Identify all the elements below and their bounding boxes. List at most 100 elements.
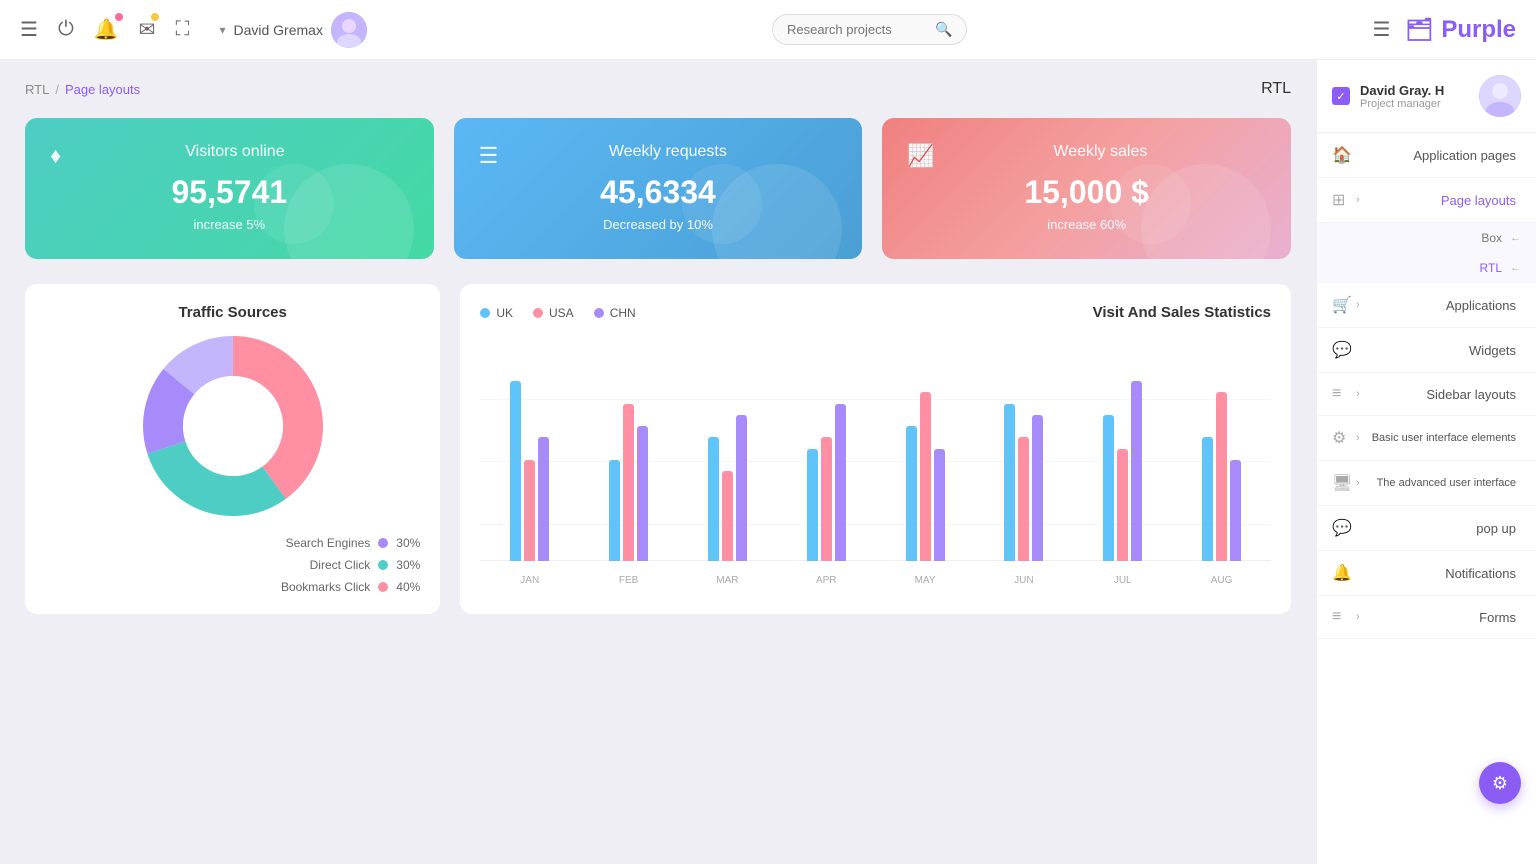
- sidebar-label-popup: pop up: [1356, 521, 1521, 536]
- sidebar-item-sidebar-layouts[interactable]: ≡ › Sidebar layouts: [1317, 373, 1536, 416]
- sidebar-user-name: David Gray. H: [1360, 83, 1469, 98]
- sidebar-label-advanced-ui: The advanced user interface: [1360, 477, 1521, 489]
- legend-direct-dot: [378, 560, 388, 570]
- brand-name: Purple: [1441, 16, 1516, 44]
- apr-uk-bar: [807, 449, 818, 562]
- month-feb: [579, 336, 678, 561]
- legend-item-bookmarks: Bookmarks Click 40%: [45, 580, 420, 594]
- navbar-center: 🔍: [367, 14, 1373, 45]
- jul-bars: [1103, 336, 1142, 561]
- breadcrumb-current[interactable]: Page layouts: [65, 82, 140, 97]
- aug-usa-bar: [1216, 392, 1227, 561]
- sidebar-item-application-pages[interactable]: 🏠 Application pages: [1317, 133, 1536, 178]
- sidebar-item-notifications[interactable]: 🔔 Notifications: [1317, 551, 1536, 596]
- expand-icon[interactable]: ⛶: [175, 18, 189, 41]
- bell-icon[interactable]: 🔔: [94, 17, 119, 42]
- month-jun: [974, 336, 1073, 561]
- legend-bookmarks-dot: [378, 582, 388, 592]
- sidebar-item-advanced-ui[interactable]: 🖥 › The advanced user interface: [1317, 461, 1536, 506]
- legend-uk-dot: [480, 308, 490, 318]
- mail-badge: [151, 13, 159, 21]
- stat-card-requests: ☰ Weekly requests 45,6334 Decreased by 1…: [454, 118, 863, 259]
- label-mar: MAR: [678, 575, 777, 586]
- sidebar-layouts-icon: ≡: [1332, 385, 1356, 403]
- apr-bars: [807, 336, 846, 561]
- mar-usa-bar: [722, 471, 733, 561]
- submenu-item-box[interactable]: Box ←: [1317, 223, 1536, 253]
- legend-usa: USA: [533, 306, 574, 320]
- menu-lines-icon[interactable]: ☰: [20, 17, 38, 42]
- label-may: MAY: [876, 575, 975, 586]
- navbar-avatar: [331, 12, 367, 48]
- apr-chn-bar: [835, 404, 846, 562]
- bell-badge: [115, 13, 123, 21]
- mar-uk-bar: [708, 437, 719, 561]
- search-container[interactable]: 🔍: [772, 14, 967, 45]
- charts-row: Traffic Sources Search Engines: [25, 284, 1291, 614]
- feb-bars: [609, 336, 648, 561]
- mail-icon[interactable]: ✉: [139, 17, 156, 42]
- breadcrumb-rtl-label: RTL: [1261, 80, 1291, 98]
- sales-icon: 📈: [907, 143, 934, 169]
- legend-search-label: Search Engines: [286, 536, 371, 550]
- label-jun: JUN: [974, 575, 1073, 586]
- power-icon[interactable]: ⏻: [58, 18, 74, 41]
- sidebar-item-popup[interactable]: 💬 pop up: [1317, 506, 1536, 551]
- jun-bars: [1004, 336, 1043, 561]
- sidebar-item-page-layouts[interactable]: ⊞ › Page layouts: [1317, 178, 1536, 223]
- navbar: ☰ ⏻ 🔔 ✉ ⛶ ▾ David Gremax 🔍 ☰ 🗂 Purple: [0, 0, 1536, 60]
- sidebar-item-applications[interactable]: 🛒 › Applications: [1317, 283, 1536, 328]
- legend-search-percent: 30%: [396, 536, 420, 550]
- traffic-chart-card: Traffic Sources Search Engines: [25, 284, 440, 614]
- apr-usa-bar: [821, 437, 832, 561]
- navbar-right: ☰ 🗂 Purple: [1372, 16, 1516, 44]
- jan-chn-bar: [538, 437, 549, 561]
- legend-direct-label: Direct Click: [310, 558, 371, 572]
- breadcrumb: RTL / Page layouts RTL: [25, 80, 1291, 98]
- advanced-ui-icon: 🖥: [1332, 473, 1356, 493]
- hamburger-icon[interactable]: ☰: [1372, 17, 1390, 42]
- legend-usa-label: USA: [549, 306, 574, 320]
- main-layout: RTL / Page layouts RTL ♦ Visitors online…: [0, 60, 1536, 864]
- aug-bars: [1202, 336, 1241, 561]
- navbar-left: ☰ ⏻ 🔔 ✉ ⛶ ▾ David Gremax: [20, 12, 367, 48]
- sidebar-label-sidebar-layouts: Sidebar layouts: [1360, 387, 1521, 402]
- label-jan: JAN: [480, 575, 579, 586]
- sidebar-item-basic-ui[interactable]: ⚙ › Basic user interface elements: [1317, 416, 1536, 461]
- sidebar-user-role: Project manager: [1360, 98, 1469, 110]
- cart-icon: 🛒: [1332, 295, 1356, 315]
- feb-usa-bar: [623, 404, 634, 562]
- jul-chn-bar: [1131, 381, 1142, 561]
- label-apr: APR: [777, 575, 876, 586]
- sidebar-checkbox[interactable]: ✓: [1332, 87, 1350, 105]
- box-label: Box: [1481, 231, 1502, 245]
- legend-chn: CHN: [594, 306, 636, 320]
- rtl-label: RTL: [1480, 261, 1502, 275]
- search-icon[interactable]: 🔍: [935, 21, 952, 38]
- popup-icon: 💬: [1332, 518, 1356, 538]
- fab-button[interactable]: ⚙: [1479, 762, 1521, 804]
- month-aug: [1172, 336, 1271, 561]
- requests-title: Weekly requests: [609, 143, 727, 161]
- sidebar-item-widgets[interactable]: 💬 Widgets: [1317, 328, 1536, 373]
- sidebar-label-widgets: Widgets: [1356, 343, 1521, 358]
- legend-search-dot: [378, 538, 388, 548]
- breadcrumb-separator: /: [55, 82, 59, 97]
- may-usa-bar: [920, 392, 931, 561]
- home-icon: 🏠: [1332, 145, 1356, 165]
- sidebar-label-application-pages: Application pages: [1356, 148, 1521, 163]
- jul-usa-bar: [1117, 449, 1128, 562]
- month-mar: [678, 336, 777, 561]
- stat-card-sales: 📈 Weekly sales 15,000 $ increase 60%: [882, 118, 1291, 259]
- search-input[interactable]: [787, 22, 927, 37]
- month-jul: [1073, 336, 1172, 561]
- traffic-legend: Search Engines 30% Direct Click 30% Book…: [45, 536, 420, 594]
- user-menu[interactable]: ▾ David Gremax: [219, 12, 367, 48]
- jun-uk-bar: [1004, 404, 1015, 562]
- breadcrumb-root: RTL: [25, 82, 49, 97]
- sidebar-item-forms[interactable]: ≡ › Forms: [1317, 596, 1536, 639]
- widgets-icon: 💬: [1332, 340, 1356, 360]
- month-labels: JAN FEB MAR APR MAY JUN JUL AUG: [480, 575, 1271, 586]
- basic-ui-icon: ⚙: [1332, 428, 1356, 448]
- submenu-item-rtl[interactable]: RTL ←: [1317, 253, 1536, 283]
